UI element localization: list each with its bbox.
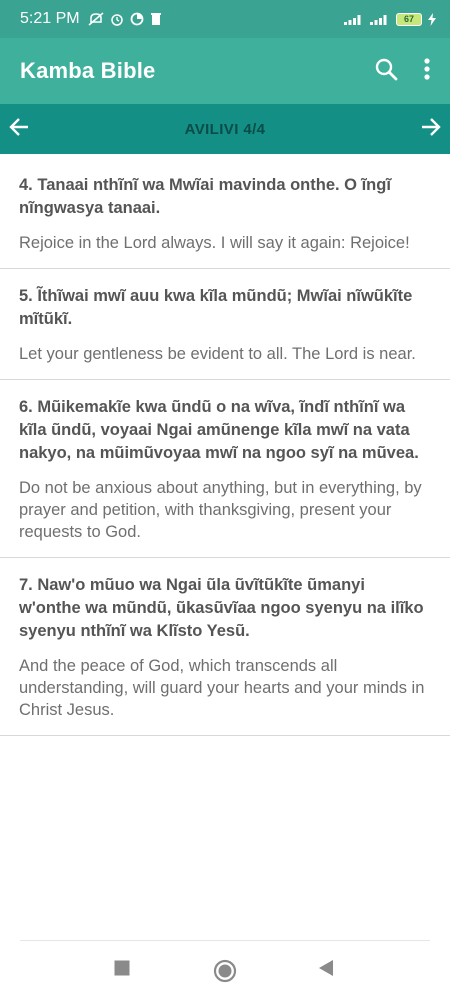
verse-kamba-text: 7. Naw'o mũuo wa Ngai ũla ũvĩtũkĩte ũman…	[19, 576, 424, 640]
signal-icon-2	[370, 15, 387, 25]
app-title: Kamba Bible	[20, 58, 156, 83]
status-left: 5:21 PM	[20, 10, 162, 28]
search-icon	[375, 58, 398, 80]
overflow-menu-button[interactable]	[424, 57, 430, 85]
back-button[interactable]	[317, 959, 335, 982]
status-notification-icons	[88, 12, 162, 26]
verse-item[interactable]: 4. Tanaai nthĩnĩ wa Mwĩai mavinda onthe.…	[0, 158, 450, 269]
verse-english-text: Do not be anxious about anything, but in…	[19, 479, 422, 541]
delete-icon	[150, 13, 161, 25]
signal-icon	[344, 15, 361, 25]
verse-english-text: Rejoice in the Lord always. I will say i…	[19, 234, 410, 252]
data-saver-icon	[130, 12, 143, 26]
arrow-right-icon	[421, 117, 441, 136]
arrow-left-icon	[9, 117, 28, 136]
verse-english-text: Let your gentleness be evident to all. T…	[19, 345, 416, 363]
square-icon	[114, 960, 130, 976]
verse-list: 4. Tanaai nthĩnĩ wa Mwĩai mavinda onthe.…	[0, 158, 450, 736]
triangle-back-icon	[319, 960, 333, 976]
chapter-nav-bar: AVILIVI 4/4	[0, 104, 450, 154]
app-actions	[374, 57, 430, 86]
alarm-icon	[110, 14, 123, 26]
chapter-title: AVILIVI 4/4	[184, 120, 266, 138]
bottom-divider	[20, 940, 430, 941]
status-time: 5:21 PM	[20, 10, 80, 27]
search-button[interactable]	[374, 57, 398, 86]
circle-icon	[213, 959, 237, 983]
app-bar: Kamba Bible	[0, 38, 450, 104]
status-right: 67	[344, 12, 436, 26]
verse-item[interactable]: 6. Mũikemakĩe kwa ũndũ o na wĩva, ĩndĩ n…	[0, 380, 450, 558]
more-vert-icon	[424, 57, 430, 80]
next-chapter-button[interactable]	[420, 116, 442, 143]
verse-item[interactable]: 5. Ĩthĩwai mwĩ auu kwa kĩla mũndũ; Mwĩai…	[0, 269, 450, 380]
recents-button[interactable]	[113, 959, 131, 982]
mute-icon	[88, 12, 104, 26]
verse-kamba-text: 6. Mũikemakĩe kwa ũndũ o na wĩva, ĩndĩ n…	[19, 398, 419, 462]
verse-english-text: And the peace of God, which transcends a…	[19, 657, 425, 719]
verse-kamba-text: 4. Tanaai nthĩnĩ wa Mwĩai mavinda onthe.…	[19, 176, 391, 217]
system-nav-bar	[0, 945, 450, 1000]
battery-indicator: 67	[396, 12, 422, 26]
status-bar: 5:21 PM 67	[0, 0, 450, 38]
verse-kamba-text: 5. Ĩthĩwai mwĩ auu kwa kĩla mũndũ; Mwĩai…	[19, 287, 413, 328]
home-button[interactable]	[213, 959, 237, 988]
verse-item[interactable]: 7. Naw'o mũuo wa Ngai ũla ũvĩtũkĩte ũman…	[0, 558, 450, 736]
previous-chapter-button[interactable]	[8, 116, 30, 143]
charging-icon	[428, 12, 436, 26]
